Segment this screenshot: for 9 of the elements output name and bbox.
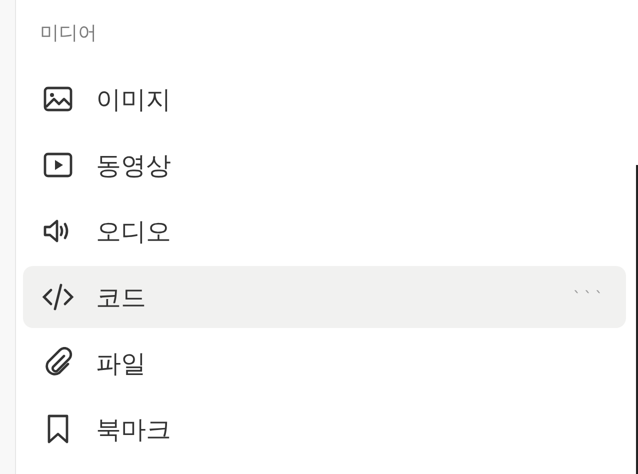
menu-item[interactable]: 북마크	[23, 398, 626, 460]
menu-item[interactable]: 오디오	[23, 200, 626, 262]
menu-item[interactable]: 이미지	[23, 68, 626, 130]
menu-item[interactable]: 코드 ```	[23, 266, 626, 328]
menu-item[interactable]: 동영상	[23, 134, 626, 196]
shortcut-hint: ```	[573, 288, 606, 306]
code-icon	[42, 281, 74, 313]
menu-item[interactable]: 파일	[23, 332, 626, 394]
section-label: 미디어	[40, 21, 97, 46]
